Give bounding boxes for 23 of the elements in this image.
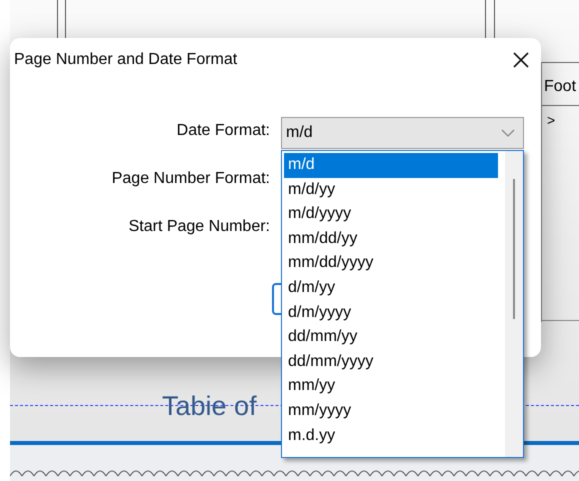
- dropdown-option[interactable]: mm/dd/yy: [284, 226, 498, 252]
- dropdown-option[interactable]: mm/yyyy: [284, 398, 498, 424]
- dropdown-option[interactable]: mm/dd/yyyy: [284, 251, 498, 276]
- dropdown-option[interactable]: m/d/yyyy: [284, 202, 498, 227]
- field-label: Page Number Format:: [112, 169, 270, 189]
- dialog-title: Page Number and Date Format: [14, 50, 238, 70]
- close-button[interactable]: [513, 52, 529, 68]
- column-header: Foot: [544, 77, 576, 97]
- dropdown-option[interactable]: d/m/yy: [284, 276, 498, 301]
- date-format-dropdown[interactable]: m/d: [281, 117, 524, 149]
- close-icon: [513, 52, 529, 68]
- dropdown-option[interactable]: m/d: [284, 153, 498, 178]
- chevron-down-icon: [501, 129, 515, 137]
- scrollbar[interactable]: [505, 151, 523, 457]
- dropdown-option[interactable]: dd/mm/yyyy: [284, 350, 498, 374]
- dropdown-option[interactable]: m.d.yy: [284, 424, 498, 448]
- dropdown-option[interactable]: m/d/yy: [284, 178, 498, 202]
- field-label: Start Page Number:: [128, 217, 270, 237]
- dropdown-option[interactable]: dd/mm/yy: [284, 325, 498, 350]
- dropdown-option[interactable]: d/m/yyyy: [284, 300, 498, 326]
- row-marker: >: [547, 111, 556, 130]
- dropdown-option[interactable]: mm/yy: [284, 374, 498, 399]
- field-label: Date Format:: [176, 121, 270, 141]
